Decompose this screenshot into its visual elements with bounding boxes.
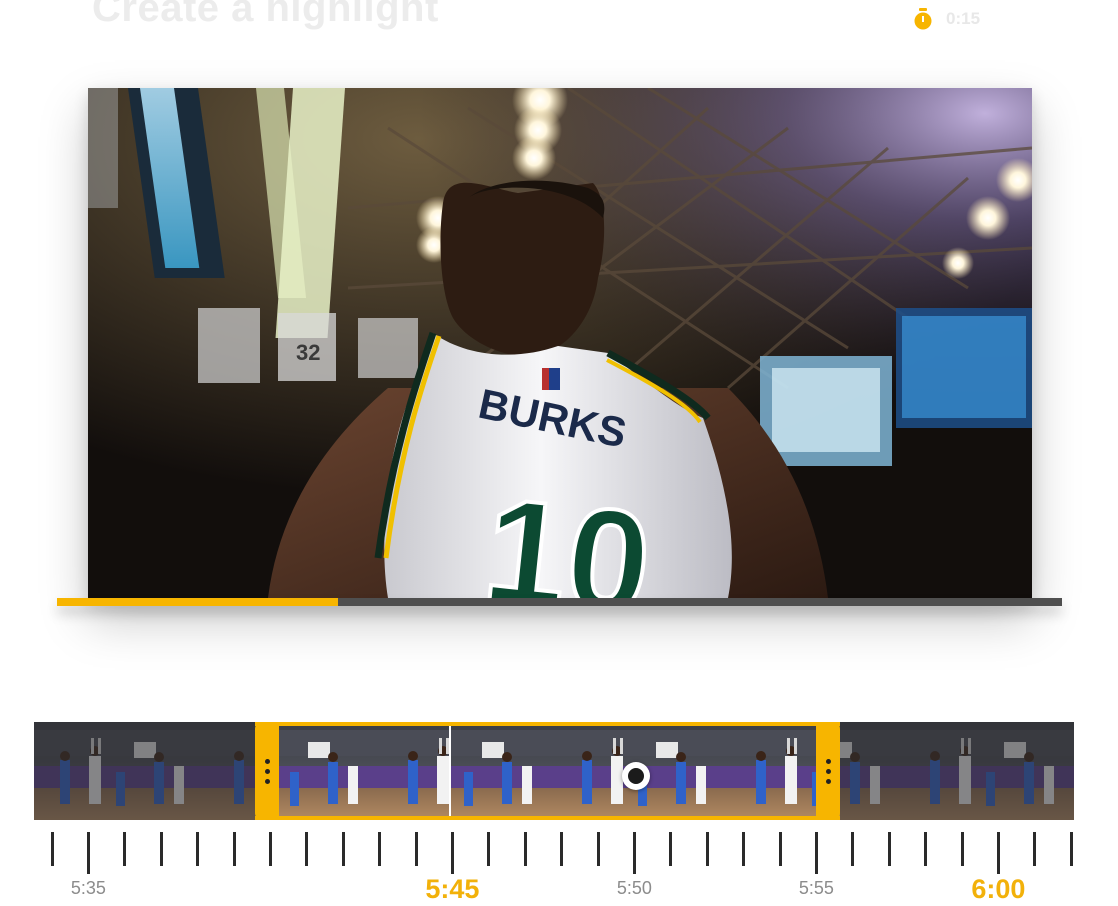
ruler-tick bbox=[887, 832, 891, 866]
ruler-tick bbox=[924, 832, 928, 866]
ruler-tick bbox=[960, 832, 964, 866]
ruler-tick bbox=[414, 832, 418, 866]
ruler-tick bbox=[268, 832, 272, 866]
ruler-tick bbox=[159, 832, 163, 866]
selection-range[interactable] bbox=[255, 722, 840, 820]
ruler-tick bbox=[814, 832, 818, 874]
ruler-tick bbox=[123, 832, 127, 866]
ruler-tick bbox=[705, 832, 709, 866]
playback-progress-fill bbox=[57, 598, 339, 606]
ruler-tick bbox=[742, 832, 746, 866]
scrub-handle[interactable] bbox=[622, 762, 650, 790]
time-ruler: 5:35 5:45 5:50 5:55 6:00 bbox=[0, 828, 1118, 906]
ruler-tick bbox=[851, 832, 855, 866]
ruler-tick bbox=[596, 832, 600, 866]
ruler-tick bbox=[378, 832, 382, 866]
ruler-tick bbox=[996, 832, 1000, 874]
ruler-tick bbox=[523, 832, 527, 866]
playback-progress-bar[interactable] bbox=[57, 598, 1062, 606]
stopwatch-icon bbox=[914, 8, 932, 30]
ruler-label: 6:00 bbox=[971, 874, 1026, 904]
ruler-tick bbox=[487, 832, 491, 866]
video-player[interactable]: 32 BURKS 10 bbox=[88, 88, 1032, 598]
ruler-tick bbox=[560, 832, 564, 866]
ruler-tick bbox=[1033, 832, 1037, 866]
ruler-tick bbox=[778, 832, 782, 866]
ruler-tick bbox=[50, 832, 54, 866]
trim-start-handle[interactable] bbox=[255, 722, 279, 820]
ruler-tick bbox=[341, 832, 345, 866]
ruler-tick bbox=[632, 832, 636, 874]
video-frame: 32 BURKS 10 bbox=[88, 88, 1032, 598]
svg-text:32: 32 bbox=[296, 340, 320, 365]
trim-end-handle[interactable] bbox=[816, 722, 840, 820]
ruler-tick bbox=[1069, 832, 1073, 866]
ruler-tick bbox=[196, 832, 200, 866]
jersey-number: 10 bbox=[477, 467, 658, 598]
duration-indicator: 0:15 bbox=[912, 8, 980, 30]
playhead-line bbox=[449, 726, 451, 816]
duration-label: 0:15 bbox=[946, 9, 981, 28]
ruler-tick bbox=[669, 832, 673, 866]
ruler-label: 5:35 bbox=[70, 878, 106, 898]
ruler-tick bbox=[232, 832, 236, 866]
ruler-label: 5:50 bbox=[616, 878, 652, 898]
ruler-label: 5:55 bbox=[798, 878, 834, 898]
page-title: Create a highlight bbox=[92, 0, 439, 30]
ruler-tick bbox=[86, 832, 90, 874]
ruler-label: 5:45 bbox=[425, 874, 480, 904]
ruler-tick bbox=[305, 832, 309, 866]
ruler-tick bbox=[450, 832, 454, 874]
